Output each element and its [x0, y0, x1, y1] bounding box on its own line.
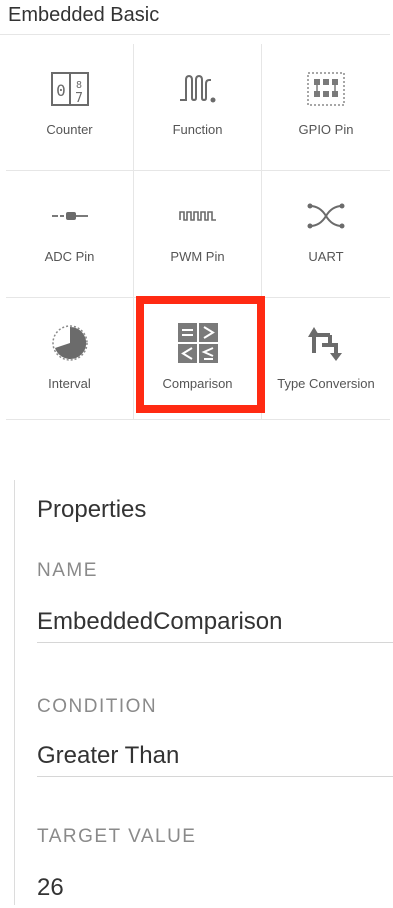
tile-label: UART: [308, 249, 344, 264]
name-label: NAME: [37, 560, 98, 581]
palette-title: Embedded Basic: [8, 4, 160, 26]
target-value-field[interactable]: 26: [37, 874, 393, 908]
tile-uart[interactable]: UART: [262, 171, 390, 298]
function-wave-icon: [134, 66, 261, 112]
tile-label: Comparison: [162, 376, 233, 391]
svg-text:7: 7: [75, 91, 83, 106]
tile-gpio-pin[interactable]: GPIO Pin: [262, 44, 390, 171]
tile-counter[interactable]: 0 8 7 Counter: [6, 44, 134, 171]
tile-function[interactable]: Function: [134, 44, 262, 171]
interval-icon: [6, 320, 133, 366]
tile-label: Counter: [46, 122, 93, 137]
tile-type-conversion[interactable]: Type Conversion: [262, 298, 390, 420]
tile-label: Interval: [48, 376, 91, 391]
target-value-label: TARGET VALUE: [37, 826, 197, 847]
tile-label: ADC Pin: [44, 249, 95, 264]
comparison-icon: [134, 320, 261, 366]
tile-adc-pin[interactable]: ADC Pin: [6, 171, 134, 298]
condition-field[interactable]: Greater Than: [37, 742, 393, 777]
tile-interval[interactable]: Interval: [6, 298, 134, 420]
pwm-pin-icon: [134, 193, 261, 239]
tile-comparison[interactable]: Comparison: [134, 298, 262, 420]
uart-icon: [262, 193, 390, 239]
type-conversion-icon: [262, 320, 390, 366]
properties-title: Properties: [37, 496, 147, 523]
tile-label: GPIO Pin: [298, 122, 354, 137]
component-grid: 0 8 7 Counter Function GPIO Pin ADC Pin …: [6, 44, 390, 420]
svg-text:0: 0: [56, 81, 66, 100]
tile-label: PWM Pin: [170, 249, 225, 264]
adc-pin-icon: [6, 193, 133, 239]
tile-label: Function: [172, 122, 223, 137]
condition-label: CONDITION: [37, 696, 158, 717]
counter-icon: 0 8 7: [6, 66, 133, 112]
tile-pwm-pin[interactable]: PWM Pin: [134, 171, 262, 298]
name-field[interactable]: EmbeddedComparison: [37, 608, 393, 643]
svg-text:8: 8: [75, 80, 81, 91]
palette-divider: [0, 34, 390, 35]
tile-label: Type Conversion: [277, 376, 375, 391]
properties-panel: Properties NAME EmbeddedComparison CONDI…: [14, 480, 393, 905]
gpio-pin-icon: [262, 66, 390, 112]
